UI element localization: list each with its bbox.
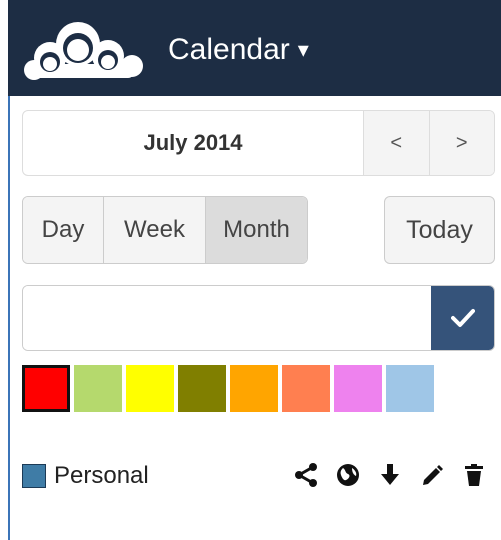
color-swatch[interactable] [74, 365, 122, 412]
next-month-button[interactable]: > [428, 111, 494, 175]
globe-icon[interactable] [333, 460, 363, 490]
day-view-button[interactable]: Day [23, 197, 103, 263]
week-view-button[interactable]: Week [103, 197, 205, 263]
calendar-list-item: Personal [22, 458, 497, 494]
sidebar-border [8, 96, 10, 540]
month-view-button[interactable]: Month [205, 197, 307, 263]
app-menu-toggle[interactable]: Calendar ▾ [168, 33, 309, 67]
download-icon[interactable] [375, 460, 405, 490]
caret-down-icon: ▾ [297, 37, 309, 62]
share-icon[interactable] [291, 460, 321, 490]
confirm-new-calendar-button[interactable] [431, 286, 494, 350]
today-button[interactable]: Today [384, 196, 495, 264]
color-swatch[interactable] [126, 365, 174, 412]
color-swatch-row [22, 365, 434, 412]
current-month-label: July 2014 [23, 111, 364, 175]
calendar-actions [291, 460, 489, 490]
color-swatch[interactable] [178, 365, 226, 412]
calendar-name[interactable]: Personal [54, 462, 149, 490]
view-switcher: Day Week Month [22, 196, 308, 264]
delete-trash-icon[interactable] [459, 460, 489, 490]
color-swatch[interactable] [386, 365, 434, 412]
new-calendar-form [22, 285, 495, 351]
month-navigator: July 2014 < > [22, 110, 495, 176]
checkmark-icon [450, 309, 475, 327]
edit-pencil-icon[interactable] [417, 460, 447, 490]
color-swatch[interactable] [282, 365, 330, 412]
owncloud-logo-icon[interactable] [20, 14, 150, 84]
page-left-edge [0, 0, 8, 540]
app-title: Calendar [168, 33, 290, 66]
color-swatch[interactable] [230, 365, 278, 412]
prev-month-button[interactable]: < [364, 111, 429, 175]
color-swatch[interactable] [22, 365, 70, 412]
calendar-color-box[interactable] [22, 464, 46, 488]
color-swatch[interactable] [334, 365, 382, 412]
new-calendar-input[interactable] [23, 286, 431, 350]
app-header: Calendar ▾ [8, 0, 501, 96]
